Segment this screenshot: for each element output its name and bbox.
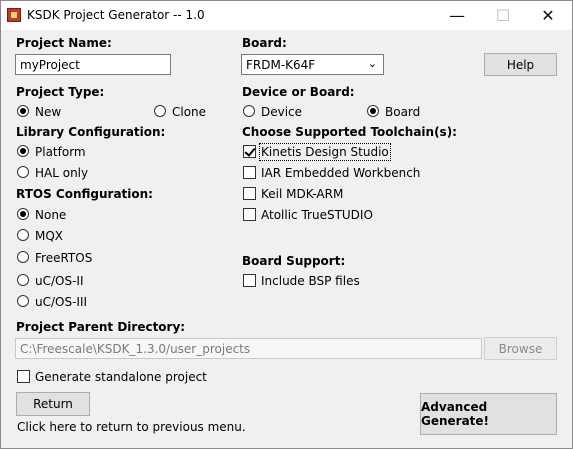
- close-icon: ✕: [541, 6, 555, 25]
- minimize-button[interactable]: —: [434, 1, 480, 30]
- rtos-ucos2-radio[interactable]: [17, 274, 29, 286]
- project-type-new-radio[interactable]: [17, 105, 29, 117]
- maximize-button: ☐: [480, 1, 526, 30]
- toolchain-kds-label[interactable]: Kinetis Design Studio: [259, 143, 391, 161]
- title-bar[interactable]: KSDK Project Generator -- 1.0 — ☐ ✕: [1, 1, 572, 30]
- standalone-label: Generate standalone project: [35, 370, 207, 384]
- close-button[interactable]: ✕: [525, 1, 571, 30]
- board-label: Board:: [242, 36, 287, 50]
- rtos-config-label: RTOS Configuration:: [16, 187, 153, 201]
- toolchain-atollic-label: Atollic TrueSTUDIO: [261, 208, 373, 222]
- board-radio-label: Board: [385, 105, 421, 119]
- window-title: KSDK Project Generator -- 1.0: [27, 8, 205, 22]
- board-select-value: FRDM-K64F: [246, 58, 316, 72]
- project-type-label: Project Type:: [16, 85, 105, 99]
- library-config-label: Library Configuration:: [16, 125, 166, 139]
- board-support-label: Board Support:: [242, 254, 346, 268]
- help-button[interactable]: Help: [484, 53, 557, 76]
- rtos-ucos3-label: uC/OS-III: [35, 295, 88, 309]
- rtos-none-label: None: [35, 208, 67, 222]
- device-radio-label: Device: [261, 105, 303, 119]
- rtos-freertos-radio[interactable]: [17, 251, 29, 263]
- library-hal-label: HAL only: [35, 166, 89, 180]
- project-type-new-label: New: [35, 105, 62, 119]
- standalone-checkbox[interactable]: [17, 370, 30, 383]
- maximize-icon: ☐: [495, 6, 511, 25]
- device-or-board-label: Device or Board:: [242, 85, 355, 99]
- browse-button[interactable]: Browse: [484, 337, 557, 360]
- chevron-down-icon: ⌄: [367, 57, 377, 70]
- app-window: KSDK Project Generator -- 1.0 — ☐ ✕ Proj…: [0, 0, 573, 449]
- rtos-ucos3-radio[interactable]: [17, 295, 29, 307]
- toolchains-label: Choose Supported Toolchain(s):: [242, 125, 457, 139]
- library-platform-label: Platform: [35, 145, 86, 159]
- toolchain-atollic-checkbox[interactable]: [243, 208, 256, 221]
- toolchain-keil-checkbox[interactable]: [243, 187, 256, 200]
- project-type-clone-label: Clone: [172, 105, 207, 119]
- project-name-label: Project Name:: [16, 36, 112, 50]
- rtos-mqx-label: MQX: [35, 229, 64, 243]
- return-hint: Click here to return to previous menu.: [17, 420, 246, 434]
- toolchain-kds-checkbox[interactable]: [243, 145, 256, 158]
- library-platform-radio[interactable]: [17, 145, 29, 157]
- return-button[interactable]: Return: [16, 392, 90, 416]
- board-select[interactable]: FRDM-K64F ⌄: [241, 54, 384, 75]
- rtos-ucos2-label: uC/OS-II: [35, 274, 84, 288]
- device-radio[interactable]: [243, 105, 255, 117]
- project-name-input[interactable]: myProject: [15, 54, 171, 75]
- library-hal-radio[interactable]: [17, 166, 29, 178]
- include-bsp-checkbox[interactable]: [243, 274, 256, 287]
- parent-dir-label: Project Parent Directory:: [16, 320, 186, 334]
- include-bsp-label: Include BSP files: [261, 274, 360, 288]
- rtos-none-radio[interactable]: [17, 208, 29, 220]
- rtos-freertos-label: FreeRTOS: [35, 251, 93, 265]
- toolchain-iar-label: IAR Embedded Workbench: [261, 166, 421, 180]
- toolchain-iar-checkbox[interactable]: [243, 166, 256, 179]
- ksdk-app-icon: [7, 8, 21, 22]
- parent-dir-input[interactable]: C:\Freescale\KSDK_1.3.0/user_projects: [15, 338, 482, 359]
- project-type-clone-radio[interactable]: [154, 105, 166, 117]
- rtos-mqx-radio[interactable]: [17, 229, 29, 241]
- minimize-icon: —: [449, 6, 465, 25]
- advanced-generate-button[interactable]: Advanced Generate!: [420, 393, 557, 435]
- board-radio[interactable]: [367, 105, 379, 117]
- toolchain-keil-label: Keil MDK-ARM: [261, 187, 344, 201]
